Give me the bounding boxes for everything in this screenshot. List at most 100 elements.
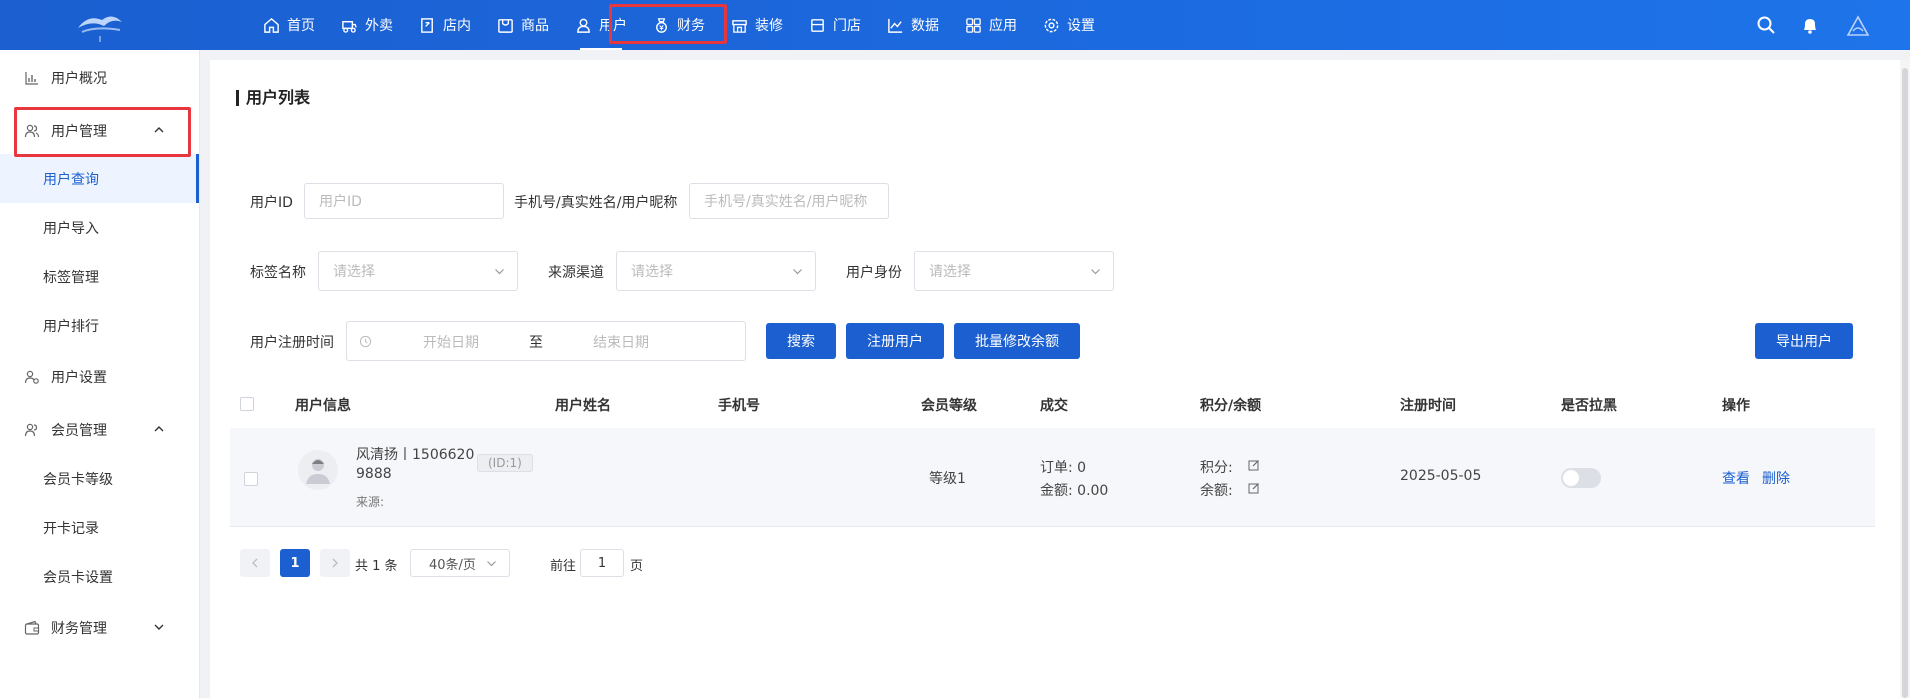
- search-icon[interactable]: [1756, 15, 1776, 35]
- register-user-button[interactable]: 注册用户: [846, 323, 944, 359]
- nav-finance[interactable]: 财务: [640, 0, 718, 50]
- sidebar-item-user-query[interactable]: 用户查询: [0, 154, 199, 203]
- nav-in-store[interactable]: 店内: [406, 0, 484, 50]
- clock-icon: [359, 335, 372, 348]
- nav-settings[interactable]: 设置: [1030, 0, 1108, 50]
- phone-name-nickname-input[interactable]: 手机号/真实姓名/用户昵称: [689, 183, 889, 219]
- nav-apps-label: 应用: [989, 18, 1017, 34]
- decorate-icon: [732, 19, 747, 33]
- user-id-input[interactable]: 用户ID: [304, 183, 504, 219]
- start-date-placeholder[interactable]: 开始日期: [423, 332, 479, 352]
- page-size-select[interactable]: 40条/页: [410, 549, 510, 577]
- points-label: 积分:: [1200, 460, 1233, 476]
- sidebar-item-tag-management[interactable]: 标签管理: [0, 252, 199, 301]
- chevron-down-icon: [495, 269, 504, 275]
- apps-icon: [966, 17, 981, 33]
- select-all-checkbox[interactable]: [240, 397, 254, 411]
- sidebar-item-label: 用户查询: [43, 171, 99, 188]
- nav-decorate[interactable]: 装修: [718, 0, 796, 50]
- sidebar-item-member-management[interactable]: 会员管理: [0, 405, 199, 454]
- date-range-separator: 至: [529, 335, 543, 351]
- sidebar-item-user-ranking[interactable]: 用户排行: [0, 301, 199, 350]
- top-navigation-bar: 首页 外卖 店内 商品 用户 财务 装修 门店 数据 应用 设置: [0, 0, 1910, 50]
- export-users-button[interactable]: 导出用户: [1755, 323, 1853, 359]
- nav-products-label: 商品: [521, 18, 549, 34]
- prev-page-button[interactable]: [240, 549, 270, 577]
- filter-reg-time-label: 用户注册时间: [250, 335, 334, 351]
- nav-home-label: 首页: [287, 18, 315, 34]
- sidebar-item-card-settings[interactable]: 会员卡设置: [0, 552, 199, 601]
- filter-phone-label: 手机号/真实姓名/用户昵称: [514, 195, 678, 211]
- sidebar-item-card-records[interactable]: 开卡记录: [0, 503, 199, 552]
- nav-data[interactable]: 数据: [874, 0, 952, 50]
- table-header-registration-time: 注册时间: [1400, 398, 1456, 414]
- sidebar-item-label: 用户管理: [51, 123, 107, 140]
- chevron-down-icon: [1091, 269, 1100, 275]
- nav-home[interactable]: 首页: [250, 0, 328, 50]
- chevron-up-icon: [154, 127, 164, 133]
- user-identity-select[interactable]: 请选择: [914, 251, 1114, 291]
- scrollbar-thumb[interactable]: [1902, 68, 1908, 698]
- filter-tag-label: 标签名称: [250, 265, 306, 281]
- user-nickname-line1: 风清扬丨1506620: [356, 447, 475, 463]
- product-icon: [498, 18, 513, 33]
- goto-prefix: 前往: [550, 559, 577, 574]
- avatar: [298, 450, 338, 490]
- store-in-icon: [421, 17, 433, 33]
- source-channel-select[interactable]: 请选择: [616, 251, 816, 291]
- nav-products[interactable]: 商品: [484, 0, 562, 50]
- edit-points-icon[interactable]: [1248, 459, 1260, 471]
- sidebar-item-label: 用户导入: [43, 220, 99, 237]
- sidebar-item-label: 用户概况: [51, 70, 107, 87]
- nav-data-label: 数据: [911, 18, 939, 34]
- sidebar-item-label: 会员管理: [51, 422, 107, 439]
- member-level: 等级1: [929, 471, 966, 487]
- sidebar-item-label: 用户设置: [51, 369, 107, 386]
- sidebar-item-finance-management[interactable]: 财务管理: [0, 603, 199, 652]
- search-button[interactable]: 搜索: [766, 323, 836, 359]
- sidebar-item-user-settings[interactable]: 用户设置: [0, 352, 199, 401]
- sidebar-item-card-level[interactable]: 会员卡等级: [0, 454, 199, 503]
- page-title: 用户列表: [236, 90, 310, 106]
- goto-page-input[interactable]: 1: [580, 549, 624, 577]
- next-page-button[interactable]: [320, 549, 350, 577]
- order-amount: 金额: 0.00: [1040, 483, 1109, 499]
- user-identity-placeholder: 请选择: [929, 264, 971, 280]
- chevron-right-icon: [332, 558, 338, 568]
- sidebar-item-label: 用户排行: [43, 318, 99, 335]
- nav-users[interactable]: 用户: [562, 0, 640, 50]
- blacklist-toggle[interactable]: [1561, 468, 1601, 488]
- nav-shop[interactable]: 门店: [796, 0, 874, 50]
- page-number-button[interactable]: 1: [280, 549, 310, 577]
- batch-modify-balance-button[interactable]: 批量修改余额: [954, 323, 1080, 359]
- goto-page-value: 1: [597, 555, 607, 571]
- edit-balance-icon[interactable]: [1248, 482, 1260, 494]
- nav-apps[interactable]: 应用: [952, 0, 1030, 50]
- sidebar-item-user-management[interactable]: 用户管理: [0, 106, 199, 155]
- vertical-scrollbar[interactable]: [1900, 60, 1910, 698]
- nav-takeout[interactable]: 外卖: [328, 0, 406, 50]
- sidebar-item-user-import[interactable]: 用户导入: [0, 203, 199, 252]
- end-date-placeholder[interactable]: 结束日期: [593, 332, 649, 352]
- tag-name-select[interactable]: 请选择: [318, 251, 518, 291]
- shop-icon: [811, 18, 824, 32]
- chart-icon: [888, 18, 903, 33]
- table-header-blacklisted: 是否拉黑: [1561, 398, 1617, 414]
- blacklist-toggle-knob: [1563, 470, 1579, 486]
- member-icon: [24, 421, 42, 439]
- finance-icon: [656, 17, 667, 33]
- user-id-placeholder: 用户ID: [319, 194, 362, 210]
- row-checkbox[interactable]: [244, 472, 258, 486]
- user-source: 来源:: [356, 495, 385, 509]
- nav-settings-label: 设置: [1067, 18, 1095, 34]
- sidebar-item-label: 会员卡设置: [43, 569, 113, 586]
- registration-date-range[interactable]: 开始日期 至 结束日期: [346, 321, 746, 361]
- nav-shop-label: 门店: [833, 18, 861, 34]
- sidebar-item-user-overview[interactable]: 用户概况: [0, 53, 199, 102]
- delete-user-link[interactable]: 删除: [1762, 468, 1790, 488]
- table-header-points-balance: 积分/余额: [1200, 398, 1262, 414]
- view-user-link[interactable]: 查看: [1722, 468, 1750, 488]
- filter-identity-label: 用户身份: [846, 265, 902, 281]
- avatar[interactable]: [1844, 11, 1872, 39]
- bell-icon[interactable]: [1800, 15, 1820, 35]
